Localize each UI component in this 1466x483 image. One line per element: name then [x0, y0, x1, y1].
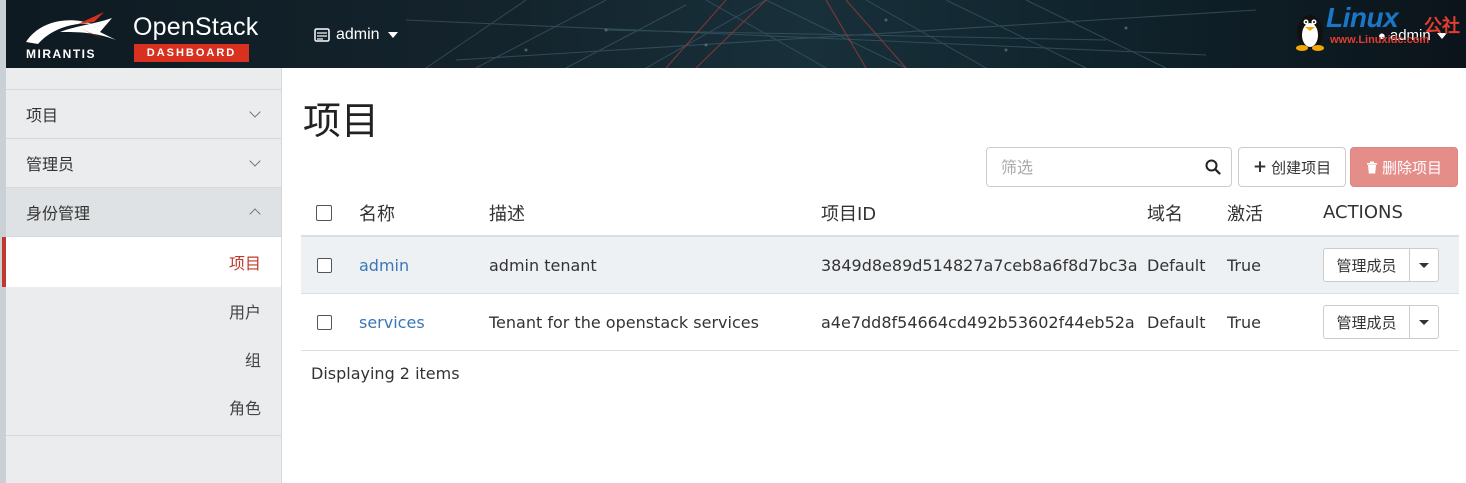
manage-members-button[interactable]: 管理成员 [1323, 305, 1410, 339]
sidebar-group-admin[interactable]: 管理员 [6, 139, 281, 188]
chevron-down-icon [249, 155, 261, 167]
more-actions-toggle[interactable] [1410, 248, 1439, 282]
sidebar-group-label: 项目 [26, 106, 59, 125]
project-active: True [1227, 255, 1261, 275]
sidebar-item-projects[interactable]: 项目 [2, 237, 281, 287]
create-project-label: 创建项目 [1271, 158, 1332, 177]
delete-project-label: 删除项目 [1381, 158, 1442, 177]
row-checkbox[interactable] [316, 314, 332, 330]
project-description: Tenant for the openstack services [489, 312, 759, 332]
sidebar-item-label: 组 [244, 351, 261, 370]
select-all-checkbox[interactable] [316, 204, 332, 221]
table-row: admin admin tenant 3849d8e89d514827a7ceb… [301, 237, 1459, 294]
trash-icon [1366, 161, 1377, 173]
projects-table: 名称 描述 项目ID 域名 激活 ACTIONS admin admin ten… [301, 190, 1459, 351]
table-header: 名称 描述 项目ID 域名 激活 ACTIONS [301, 190, 1459, 237]
server-icon [314, 28, 330, 42]
page-title: 项目 [303, 99, 380, 143]
row-checkbox[interactable] [316, 257, 332, 273]
create-project-button[interactable]: + 创建项目 [1238, 147, 1346, 187]
identity-submenu: 项目 用户 组 角色 [2, 237, 281, 436]
sidebar-spacer [6, 68, 281, 90]
project-active: True [1227, 312, 1261, 332]
caret-down-icon [387, 32, 398, 38]
brand-wordmark: MIRANTIS [26, 47, 96, 61]
manage-members-button[interactable]: 管理成员 [1323, 248, 1410, 282]
filter-input[interactable] [1001, 157, 1191, 177]
project-domain: Default [1147, 312, 1206, 332]
sidebar-group-label: 身份管理 [26, 204, 91, 223]
project-switcher[interactable]: admin [314, 26, 398, 44]
sidebar-group-label: 管理员 [26, 155, 75, 174]
watermark-url: www.Linuxidc.com [1330, 34, 1430, 46]
sidebar: 项目 管理员 身份管理 项目 用户 组 角色 [0, 68, 282, 483]
watermark-cn: 公社 [1424, 16, 1460, 37]
row-actions: 管理成员 [1319, 248, 1459, 282]
project-name-link[interactable]: admin [347, 256, 477, 275]
watermark-text: Linux [1326, 2, 1399, 33]
project-description: admin tenant [489, 255, 597, 275]
row-actions: 管理成员 [1319, 305, 1459, 339]
sidebar-group-project[interactable]: 项目 [6, 90, 281, 139]
column-header-description[interactable]: 描述 [477, 200, 809, 226]
sidebar-item-label: 角色 [228, 399, 261, 418]
project-switcher-label: admin [336, 26, 380, 43]
filter-box [986, 147, 1232, 187]
project-id: 3849d8e89d514827a7ceb8a6f8d7bc3a [821, 255, 1138, 275]
row-select-cell [301, 257, 347, 273]
sidebar-item-label: 项目 [228, 254, 261, 273]
row-select-cell [301, 314, 347, 330]
project-domain: Default [1147, 255, 1206, 275]
select-all-cell [301, 204, 347, 221]
action-button-group: 管理成员 [1323, 305, 1459, 339]
search-icon[interactable] [1205, 159, 1221, 175]
table-row: services Tenant for the openstack servic… [301, 294, 1459, 351]
sidebar-item-label: 用户 [228, 303, 261, 322]
caret-down-icon [1419, 262, 1429, 268]
item-count: Displaying 2 items [311, 364, 460, 383]
chevron-down-icon [249, 106, 261, 118]
sidebar-item-roles[interactable]: 角色 [6, 383, 281, 431]
column-header-active[interactable]: 激活 [1215, 200, 1319, 226]
app-subtitle: DASHBOARD [134, 44, 249, 62]
app-title: OpenStack [133, 13, 259, 41]
sidebar-item-users[interactable]: 用户 [6, 287, 281, 335]
column-header-name[interactable]: 名称 [347, 200, 477, 226]
plus-icon: + [1252, 157, 1268, 177]
project-name-link[interactable]: services [347, 313, 477, 332]
more-actions-toggle[interactable] [1410, 305, 1439, 339]
project-id: a4e7dd8f54664cd492b53602f44eb52a [821, 312, 1135, 332]
chevron-up-icon [249, 208, 261, 220]
column-header-id[interactable]: 项目ID [809, 200, 1135, 226]
column-header-domain[interactable]: 域名 [1135, 200, 1215, 226]
caret-down-icon [1419, 319, 1429, 325]
column-header-actions: ACTIONS [1323, 202, 1403, 223]
action-button-group: 管理成员 [1323, 248, 1459, 282]
delete-project-button[interactable]: 删除项目 [1350, 147, 1458, 187]
sidebar-item-groups[interactable]: 组 [6, 335, 281, 383]
sidebar-group-identity[interactable]: 身份管理 [6, 188, 281, 237]
